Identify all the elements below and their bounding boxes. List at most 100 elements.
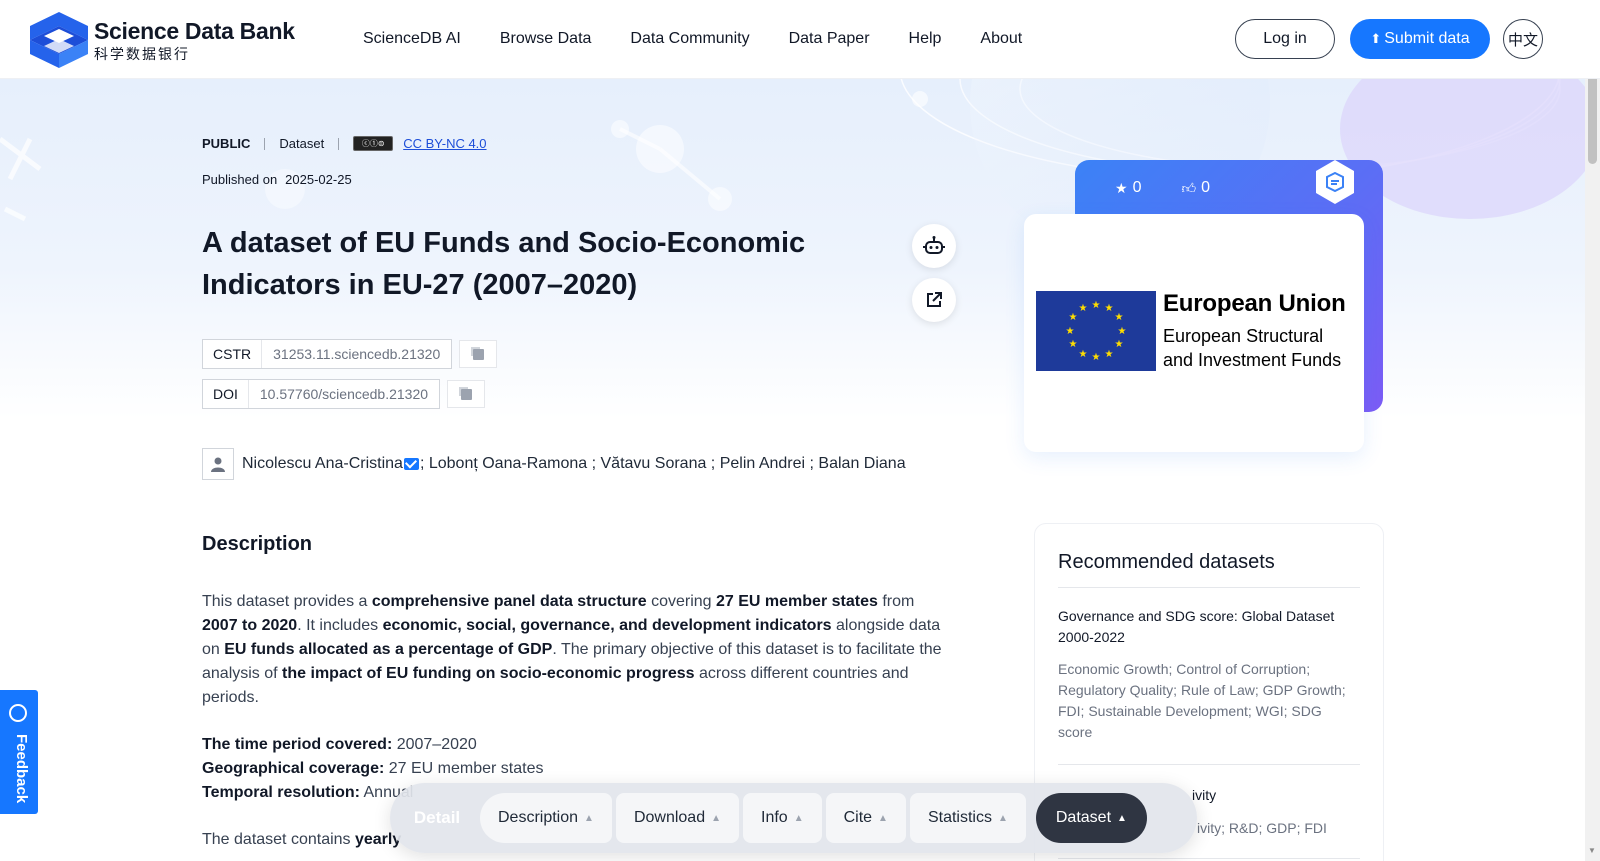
site-logo[interactable]: Science Data Bank 科学数据银行	[30, 12, 295, 68]
ai-assistant-button[interactable]	[912, 224, 956, 268]
meta-divider	[264, 137, 266, 150]
desc-bold: 2007 to 2020	[202, 617, 298, 634]
chevron-up-icon: ▲	[997, 812, 1008, 824]
nav-sciencedb-ai[interactable]: ScienceDB AI	[363, 30, 461, 48]
tab-cite[interactable]: Cite ▲	[825, 793, 906, 843]
cover-text: European Union European Structural and I…	[1163, 290, 1346, 372]
scroll-down-arrow-icon[interactable]: ▼	[1588, 846, 1596, 855]
access-badge: PUBLIC	[202, 136, 251, 151]
eu-flag-icon: ★ ★ ★ ★ ★ ★ ★ ★ ★ ★ ★ ★	[1036, 291, 1156, 371]
cc-license-icon: ⓒ①⊜	[353, 136, 394, 151]
desc-text: . It includes	[297, 617, 383, 634]
section-nav-bar: Detail Description ▲ Download ▲ Info ▲ Cite…	[390, 783, 1197, 853]
svg-text:★: ★	[1115, 339, 1124, 350]
favorite-count[interactable]: ★ 0	[1115, 179, 1141, 197]
author-list: Nicolescu Ana-Cristina ; Lobonț Oana-Ram…	[202, 448, 906, 480]
author-first[interactable]: Nicolescu Ana-Cristina	[242, 455, 403, 473]
tab-download[interactable]: Download ▲	[615, 793, 739, 843]
nav-data-community[interactable]: Data Community	[630, 30, 749, 48]
recommended-divider	[1058, 858, 1360, 859]
svg-text:★: ★	[1066, 326, 1075, 337]
geo-label: Geographical coverage:	[202, 760, 385, 777]
author-others[interactable]: ; Lobonț Oana-Ramona ; Vătavu Sorana ; P…	[420, 455, 906, 473]
detail-label: Detail	[413, 808, 461, 827]
cstr-shield-icon	[1326, 172, 1344, 192]
svg-text:★: ★	[1092, 352, 1101, 363]
sciencedb-logo-icon	[30, 12, 88, 68]
nav-data-paper[interactable]: Data Paper	[789, 30, 870, 48]
tab-description[interactable]: Description ▲	[480, 793, 612, 843]
recommended-item-title[interactable]: Governance and SDG score: Global Dataset…	[1058, 606, 1360, 648]
description-heading: Description	[202, 533, 313, 555]
svg-text:★: ★	[1118, 326, 1127, 337]
thumbs-up-icon: 👍︎	[1181, 179, 1197, 196]
eu-stars: ★ ★★ ★★★ ★★★ ★★★	[1066, 300, 1127, 363]
svg-text:★: ★	[1079, 349, 1088, 360]
desc-bold: the impact of EU funding on socio-econom…	[282, 665, 695, 682]
share-icon	[927, 292, 942, 307]
desc-text: covering	[646, 593, 717, 610]
license-link[interactable]: CC BY-NC 4.0	[403, 136, 486, 151]
feedback-label: Feedback	[13, 734, 30, 804]
tab-statistics[interactable]: Statistics ▲	[909, 793, 1026, 843]
like-count[interactable]: 👍︎ 0	[1181, 179, 1210, 197]
logo-subtitle: 科学数据银行	[94, 45, 190, 62]
recommended-item-keywords: Economic Growth; Control of Corruption; …	[1058, 661, 1346, 740]
recommended-divider	[1058, 587, 1360, 588]
language-toggle[interactable]: 中文	[1503, 19, 1543, 59]
published-label: Published on	[202, 172, 278, 187]
dataset-type: Dataset	[279, 136, 325, 151]
description-paragraph-1: This dataset provides a comprehensive pa…	[202, 590, 942, 710]
tab-info[interactable]: Info ▲	[743, 793, 822, 843]
svg-text:★: ★	[1069, 339, 1078, 350]
desc-bold: comprehensive panel data structure	[371, 593, 647, 610]
time-label: The time period covered:	[202, 736, 393, 753]
chevron-up-icon: ▲	[711, 812, 721, 824]
feedback-tab[interactable]: Feedback	[0, 690, 38, 814]
tab-cite-label: Cite	[843, 809, 873, 826]
nav-about[interactable]: About	[980, 30, 1022, 48]
svg-text:★: ★	[1105, 349, 1114, 360]
share-button[interactable]	[912, 278, 956, 322]
logo-title: Science Data Bank	[94, 17, 295, 44]
page-scrollbar[interactable]: ▲ ▼	[1585, 0, 1600, 861]
main-nav: ScienceDB AI Browse Data Data Community …	[363, 30, 1061, 48]
nav-browse-data[interactable]: Browse Data	[500, 30, 592, 48]
submit-data-button[interactable]: ⬆ Submit data	[1350, 19, 1490, 59]
recommended-heading: Recommended datasets	[1058, 551, 1275, 573]
nav-help[interactable]: Help	[909, 30, 942, 48]
recommended-item-title[interactable]: ivity	[1192, 785, 1292, 806]
top-header: Science Data Bank 科学数据银行 ScienceDB AI Br…	[0, 0, 1600, 79]
doi-label: DOI	[203, 380, 249, 408]
copy-doi-button[interactable]	[447, 380, 486, 408]
email-icon[interactable]	[403, 458, 419, 470]
feedback-icon	[9, 704, 27, 722]
tab-dataset-label: Dataset	[1055, 809, 1112, 826]
recommended-item-keywords: ivity; R&D; GDP; FDI	[1197, 820, 1327, 836]
meta-divider	[338, 137, 340, 150]
doi-box: DOI 10.57760/sciencedb.21320	[202, 379, 441, 409]
login-button[interactable]: Log in	[1235, 19, 1335, 59]
published-date: Published on 2025-02-25	[202, 172, 352, 187]
cstr-box: CSTR 31253.11.sciencedb.21320	[202, 339, 453, 369]
cover-title: European Union	[1163, 290, 1346, 317]
geo-value: 27 EU member states	[384, 760, 544, 777]
tab-dataset[interactable]: Dataset ▲	[1035, 793, 1147, 843]
tab-statistics-label: Statistics	[927, 809, 992, 826]
cover-stats: ★ 0 👍︎ 0	[1115, 179, 1250, 197]
cover-subtitle-2: and Investment Funds	[1163, 350, 1342, 370]
desc-text: The dataset contains	[202, 831, 355, 848]
dataset-title: A dataset of EU Funds and Socio-Economic…	[202, 227, 806, 301]
chevron-up-icon: ▲	[878, 812, 888, 824]
desc-bold: EU funds allocated as a percentage of GD…	[224, 641, 553, 658]
robot-icon	[923, 236, 945, 254]
published-value: 2025-02-25	[285, 172, 352, 187]
chevron-up-icon: ▲	[584, 812, 594, 824]
svg-text:★: ★	[1105, 303, 1114, 314]
doi-value: 10.57760/sciencedb.21320	[259, 386, 429, 402]
desc-text: This dataset provides a	[202, 593, 372, 610]
time-value: 2007–2020	[392, 736, 477, 753]
star-icon: ★	[1115, 179, 1128, 196]
copy-cstr-button[interactable]	[459, 340, 498, 368]
user-icon	[211, 457, 225, 472]
